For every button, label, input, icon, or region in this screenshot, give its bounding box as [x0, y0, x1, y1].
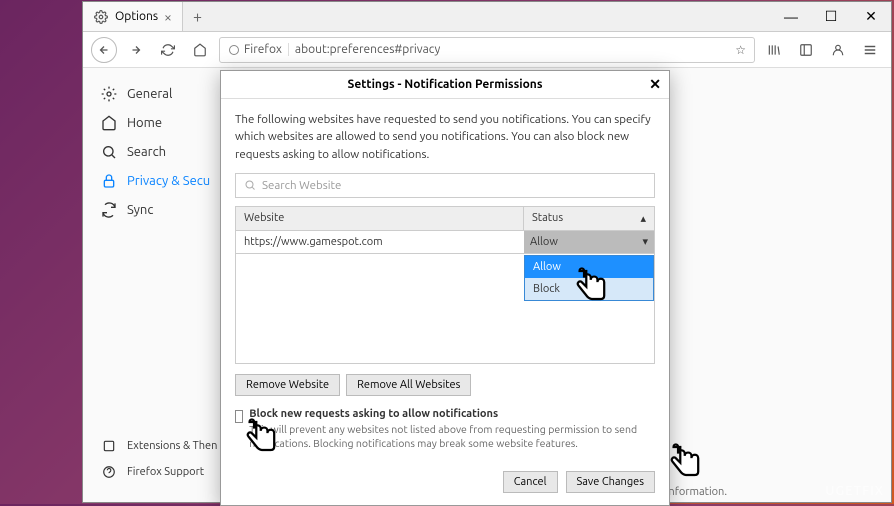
cell-website-url: https://www.gamespot.com — [236, 231, 524, 253]
status-dropdown-menu: Allow Block — [524, 255, 654, 301]
library-icon[interactable] — [761, 37, 787, 63]
dialog-title: Settings - Notification Permissions — [348, 78, 543, 91]
bookmark-star-icon[interactable]: ☆ — [735, 43, 746, 57]
sidebar-item-extensions[interactable]: Extensions & Then — [101, 438, 223, 454]
gear-icon — [101, 86, 117, 102]
navbar: Firefox about:preferences#privacy ☆ — [83, 32, 891, 68]
notification-permissions-dialog: Settings - Notification Permissions ✕ Th… — [220, 70, 670, 506]
cancel-button[interactable]: Cancel — [503, 471, 558, 493]
url-label: Firefox — [244, 43, 282, 56]
remove-website-button[interactable]: Remove Website — [235, 374, 340, 396]
reload-button[interactable] — [155, 37, 181, 63]
dropdown-option-block[interactable]: Block — [525, 278, 653, 300]
table-row[interactable]: https://www.gamespot.com Allow ▾ Allow B… — [235, 231, 655, 254]
sidebar-icon[interactable] — [793, 37, 819, 63]
preferences-sidebar: General Home Search Privacy & Secu Sync — [83, 68, 223, 502]
col-website[interactable]: Website — [236, 207, 524, 230]
firefox-icon — [228, 44, 240, 56]
save-changes-button[interactable]: Save Changes — [566, 471, 656, 493]
account-icon[interactable] — [825, 37, 851, 63]
sync-icon — [101, 202, 117, 218]
block-new-requests-description: This will prevent any websites not liste… — [249, 422, 655, 451]
help-icon — [101, 464, 117, 480]
puzzle-icon — [101, 438, 117, 454]
sidebar-item-home[interactable]: Home — [101, 115, 223, 131]
menu-icon[interactable] — [857, 37, 883, 63]
lock-icon — [101, 173, 117, 189]
gear-icon — [93, 9, 109, 25]
minimize-button[interactable]: — — [771, 9, 811, 25]
maximize-button[interactable]: ☐ — [811, 8, 851, 25]
col-status[interactable]: Status ▴ — [524, 207, 654, 230]
sidebar-item-sync[interactable]: Sync — [101, 202, 223, 218]
sidebar-item-support[interactable]: Firefox Support — [101, 464, 223, 480]
status-dropdown[interactable]: Allow ▾ — [524, 231, 654, 253]
search-icon — [244, 179, 256, 191]
tab-title: Options — [115, 10, 158, 23]
sidebar-item-label: Privacy & Secu — [127, 174, 210, 188]
url-bar[interactable]: Firefox about:preferences#privacy ☆ — [219, 37, 755, 63]
browser-tab[interactable]: Options × — [83, 2, 183, 31]
search-website-input[interactable]: Search Website — [235, 173, 655, 198]
dropdown-option-allow[interactable]: Allow — [525, 256, 653, 278]
forward-button[interactable] — [123, 37, 149, 63]
block-new-requests-label: Block new requests asking to allow notif… — [249, 408, 655, 420]
close-dialog-button[interactable]: ✕ — [649, 76, 661, 93]
back-button[interactable] — [91, 37, 117, 63]
home-button[interactable] — [187, 37, 213, 63]
close-tab-icon[interactable]: × — [164, 9, 172, 25]
sidebar-item-label: General — [127, 87, 172, 101]
sidebar-item-label: Sync — [127, 203, 153, 217]
close-window-button[interactable]: ✕ — [851, 8, 891, 25]
chevron-down-icon: ▾ — [642, 235, 648, 248]
home-icon — [101, 115, 117, 131]
sidebar-item-search[interactable]: Search — [101, 144, 223, 160]
table-header: Website Status ▴ — [235, 206, 655, 231]
new-tab-button[interactable]: + — [183, 8, 212, 26]
sidebar-item-privacy[interactable]: Privacy & Secu — [101, 173, 223, 189]
block-new-requests-checkbox[interactable] — [235, 410, 243, 423]
sidebar-item-label: Extensions & Then — [127, 440, 217, 452]
sort-arrow-icon: ▴ — [640, 212, 646, 225]
sidebar-item-label: Firefox Support — [127, 466, 204, 478]
url-identity: Firefox — [228, 43, 289, 56]
dialog-description: The following websites have requested to… — [235, 111, 655, 163]
search-icon — [101, 144, 117, 160]
remove-all-websites-button[interactable]: Remove All Websites — [346, 374, 471, 396]
sidebar-item-general[interactable]: General — [101, 86, 223, 102]
url-text: about:preferences#privacy — [295, 43, 440, 56]
sidebar-item-label: Search — [127, 145, 166, 159]
watermark: UGETFIX — [825, 484, 884, 498]
search-placeholder: Search Website — [262, 179, 341, 192]
dialog-header: Settings - Notification Permissions ✕ — [221, 71, 669, 99]
sidebar-item-label: Home — [127, 116, 162, 130]
titlebar: Options × + — ☐ ✕ — [83, 2, 891, 32]
